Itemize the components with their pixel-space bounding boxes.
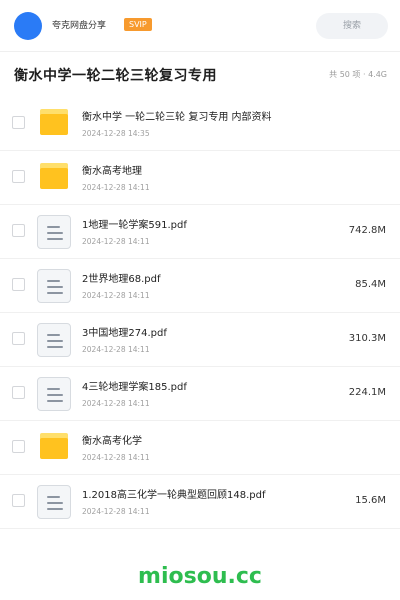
document-icon — [37, 269, 71, 303]
file-size: 85.4M — [355, 279, 386, 290]
search-input[interactable]: 搜索 — [316, 13, 388, 39]
list-item[interactable]: 1.2018高三化学一轮典型题回顾148.pdf 2024-12-28 14:1… — [0, 475, 400, 529]
file-name: 衡水高考化学 — [82, 436, 142, 447]
list-item[interactable]: 衡水高考地理 2024-12-28 14:11 — [0, 151, 400, 205]
file-size: 224.1M — [348, 387, 386, 398]
file-date: 2024-12-28 14:11 — [82, 183, 150, 192]
list-item[interactable]: 3中国地理274.pdf 2024-12-28 14:11 310.3M — [0, 313, 400, 367]
row-checkbox[interactable] — [12, 278, 25, 291]
file-name: 3中国地理274.pdf — [82, 328, 167, 339]
document-icon — [37, 215, 71, 249]
username[interactable]: 夸克网盘分享 — [52, 19, 106, 33]
file-name: 4三轮地理学案185.pdf — [82, 382, 187, 393]
row-checkbox[interactable] — [12, 440, 25, 453]
file-name: 衡水中学 一轮二轮三轮 复习专用 内部资料 — [82, 112, 272, 123]
file-name: 衡水高考地理 — [82, 166, 142, 177]
row-checkbox[interactable] — [12, 170, 25, 183]
file-date: 2024-12-28 14:11 — [82, 237, 150, 246]
file-date: 2024-12-28 14:11 — [82, 291, 150, 300]
document-icon — [37, 377, 71, 411]
header-bar: 夸克网盘分享 SVIP 搜索 — [0, 0, 400, 52]
list-item[interactable]: 2世界地理68.pdf 2024-12-28 14:11 85.4M — [0, 259, 400, 313]
folder-icon — [40, 163, 68, 189]
row-checkbox[interactable] — [12, 494, 25, 507]
file-date: 2024-12-28 14:35 — [82, 129, 150, 138]
page-title: 衡水中学一轮二轮三轮复习专用 — [14, 68, 217, 84]
document-icon — [37, 485, 71, 519]
folder-icon — [40, 109, 68, 135]
row-checkbox[interactable] — [12, 116, 25, 129]
row-checkbox[interactable] — [12, 224, 25, 237]
search-placeholder: 搜索 — [342, 21, 361, 31]
file-size: 310.3M — [348, 333, 386, 344]
file-name: 1.2018高三化学一轮典型题回顾148.pdf — [82, 490, 266, 501]
file-date: 2024-12-28 14:11 — [82, 507, 150, 516]
file-date: 2024-12-28 14:11 — [82, 345, 150, 354]
row-checkbox[interactable] — [12, 332, 25, 345]
file-date: 2024-12-28 14:11 — [82, 399, 150, 408]
row-checkbox[interactable] — [12, 386, 25, 399]
avatar[interactable] — [14, 12, 42, 40]
folder-icon — [40, 433, 68, 459]
file-list: 衡水中学 一轮二轮三轮 复习专用 内部资料 2024-12-28 14:35 衡… — [0, 97, 400, 529]
list-item[interactable]: 衡水高考化学 2024-12-28 14:11 — [0, 421, 400, 475]
list-item[interactable]: 4三轮地理学案185.pdf 2024-12-28 14:11 224.1M — [0, 367, 400, 421]
list-item[interactable]: 衡水中学 一轮二轮三轮 复习专用 内部资料 2024-12-28 14:35 — [0, 97, 400, 151]
file-size: 742.8M — [348, 225, 386, 236]
file-size: 15.6M — [355, 495, 386, 506]
folder-title-bar: 衡水中学一轮二轮三轮复习专用 共 50 项 · 4.4G — [0, 52, 400, 98]
list-item[interactable]: 1地理一轮学案591.pdf 2024-12-28 14:11 742.8M — [0, 205, 400, 259]
watermark-text: miosou.cc — [138, 564, 262, 589]
document-icon — [37, 323, 71, 357]
file-name: 2世界地理68.pdf — [82, 274, 161, 285]
vip-badge: SVIP — [124, 18, 152, 31]
item-count-summary: 共 50 项 · 4.4G — [329, 70, 387, 79]
file-name: 1地理一轮学案591.pdf — [82, 220, 187, 231]
file-date: 2024-12-28 14:11 — [82, 453, 150, 462]
